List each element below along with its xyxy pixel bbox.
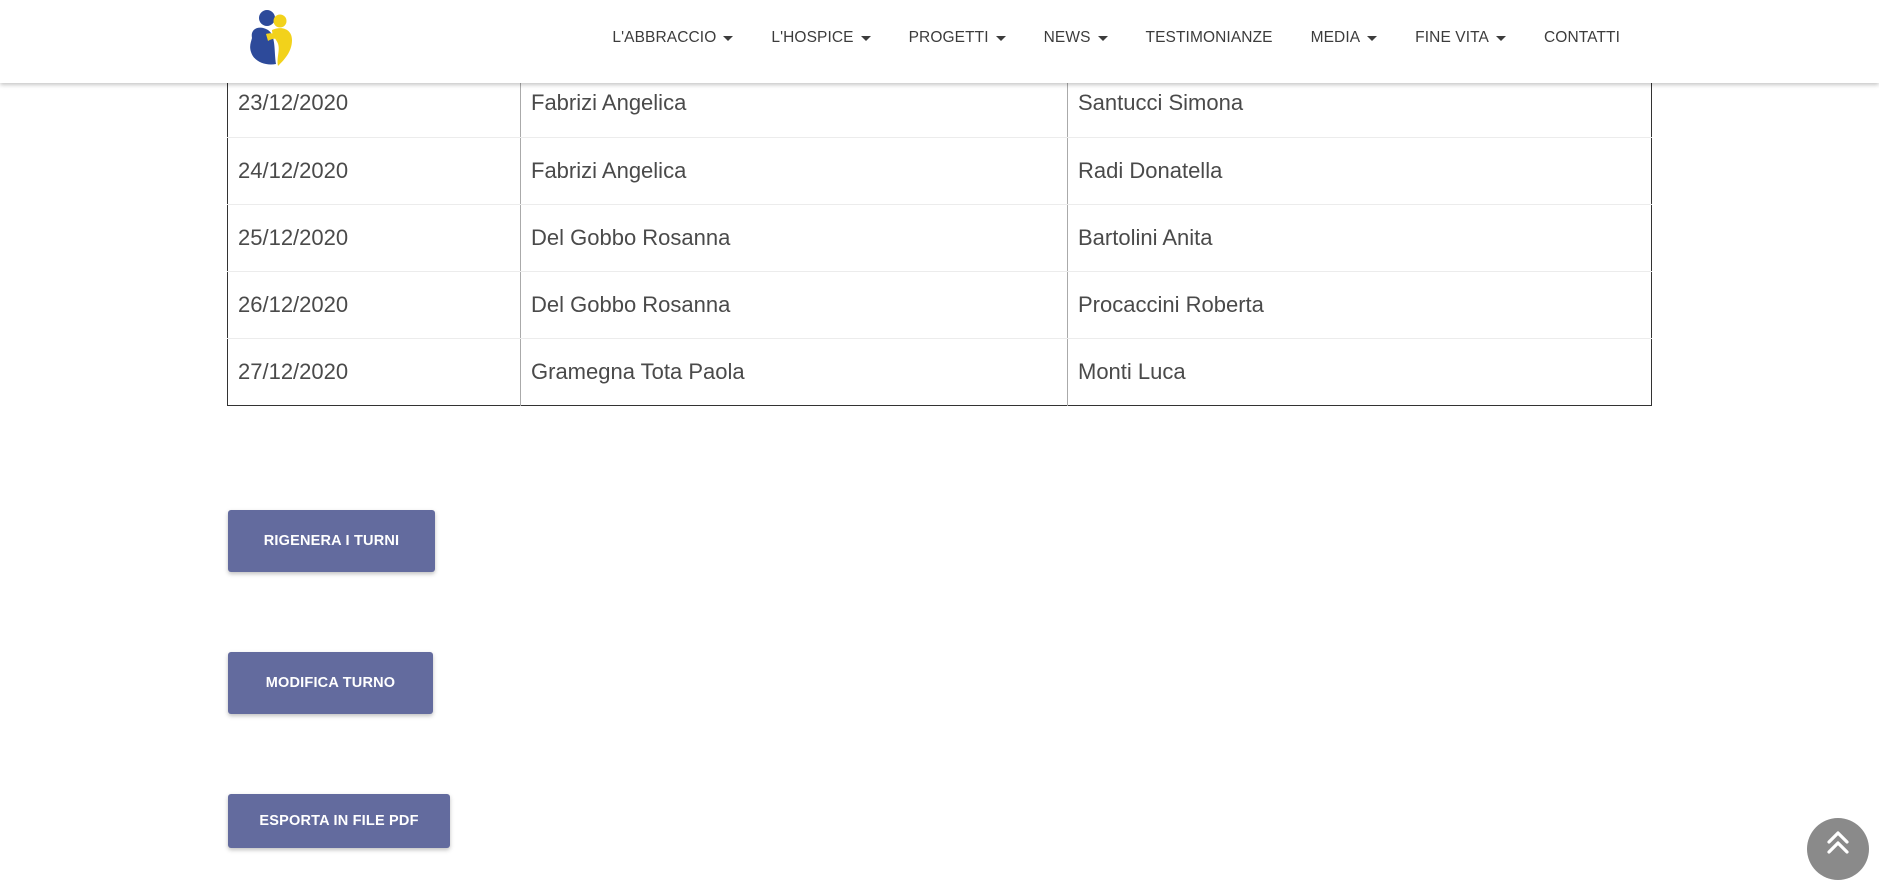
nav-item-progetti[interactable]: PROGETTI [890, 29, 1025, 47]
nav-item-label: PROGETTI [908, 29, 989, 46]
second-shift-cell: Radi Donatella [1067, 137, 1652, 205]
shift-schedule-table: 23/12/2020 Fabrizi Angelica Santucci Sim… [227, 70, 1652, 406]
nav-item-label: CONTATTI [1544, 29, 1620, 46]
first-shift-cell: Del Gobbo Rosanna [520, 271, 1068, 339]
second-shift-cell: Procaccini Roberta [1067, 271, 1652, 339]
main-nav: L'ABBRACCIO L'HOSPICE PROGETTI NEWS TEST… [593, 0, 1639, 76]
date-cell: 27/12/2020 [227, 338, 521, 405]
edit-shift-button[interactable]: MODIFICA TURNO [228, 652, 433, 714]
nav-item-contatti[interactable]: CONTATTI [1525, 29, 1639, 47]
second-shift-cell: Bartolini Anita [1067, 204, 1652, 272]
nav-item-labbraccio[interactable]: L'ABBRACCIO [593, 29, 752, 47]
date-cell: 24/12/2020 [227, 137, 521, 205]
date-cell: 25/12/2020 [227, 204, 521, 272]
caret-down-icon [1097, 35, 1108, 41]
nav-item-label: L'HOSPICE [771, 29, 854, 46]
caret-down-icon [1496, 35, 1506, 41]
nav-item-label: MEDIA [1310, 29, 1361, 46]
site-header: L'ABBRACCIO L'HOSPICE PROGETTI NEWS TEST… [0, 0, 1879, 83]
first-shift-cell: Fabrizi Angelica [520, 137, 1068, 205]
export-pdf-button[interactable]: ESPORTA IN FILE PDF [228, 794, 450, 848]
caret-down-icon [860, 35, 871, 41]
date-cell: 26/12/2020 [227, 271, 521, 339]
nav-item-media[interactable]: MEDIA [1292, 29, 1397, 47]
table-row: 24/12/2020 Fabrizi Angelica Radi Donatel… [227, 137, 1652, 205]
nav-item-label: TESTIMONIANZE [1145, 29, 1273, 46]
table-row: 25/12/2020 Del Gobbo Rosanna Bartolini A… [227, 204, 1652, 272]
nav-item-label: FINE VITA [1415, 29, 1489, 46]
scroll-to-top-button[interactable] [1807, 818, 1869, 880]
first-shift-cell: Gramegna Tota Paola [520, 338, 1068, 405]
nav-item-label: L'ABBRACCIO [612, 29, 717, 46]
nav-item-lhospice[interactable]: L'HOSPICE [752, 29, 889, 47]
site-logo-icon[interactable] [246, 8, 298, 70]
caret-down-icon [1367, 35, 1378, 41]
double-chevron-up-icon [1827, 831, 1849, 854]
regenerate-shifts-button[interactable]: RIGENERA I TURNI [228, 510, 435, 572]
caret-down-icon [995, 35, 1006, 41]
nav-item-testimonianze[interactable]: TESTIMONIANZE [1127, 29, 1292, 47]
nav-item-label: NEWS [1043, 29, 1091, 46]
nav-item-news[interactable]: NEWS [1025, 29, 1127, 47]
second-shift-cell: Monti Luca [1078, 358, 1186, 384]
table-row: 26/12/2020 Del Gobbo Rosanna Procaccini … [227, 271, 1652, 339]
first-shift-cell: Del Gobbo Rosanna [520, 204, 1068, 272]
nav-item-fine-vita[interactable]: FINE VITA [1396, 29, 1525, 47]
table-row: 27/12/2020 Gramegna Tota Paola Monti Luc… [227, 338, 1652, 405]
caret-down-icon [723, 35, 734, 41]
